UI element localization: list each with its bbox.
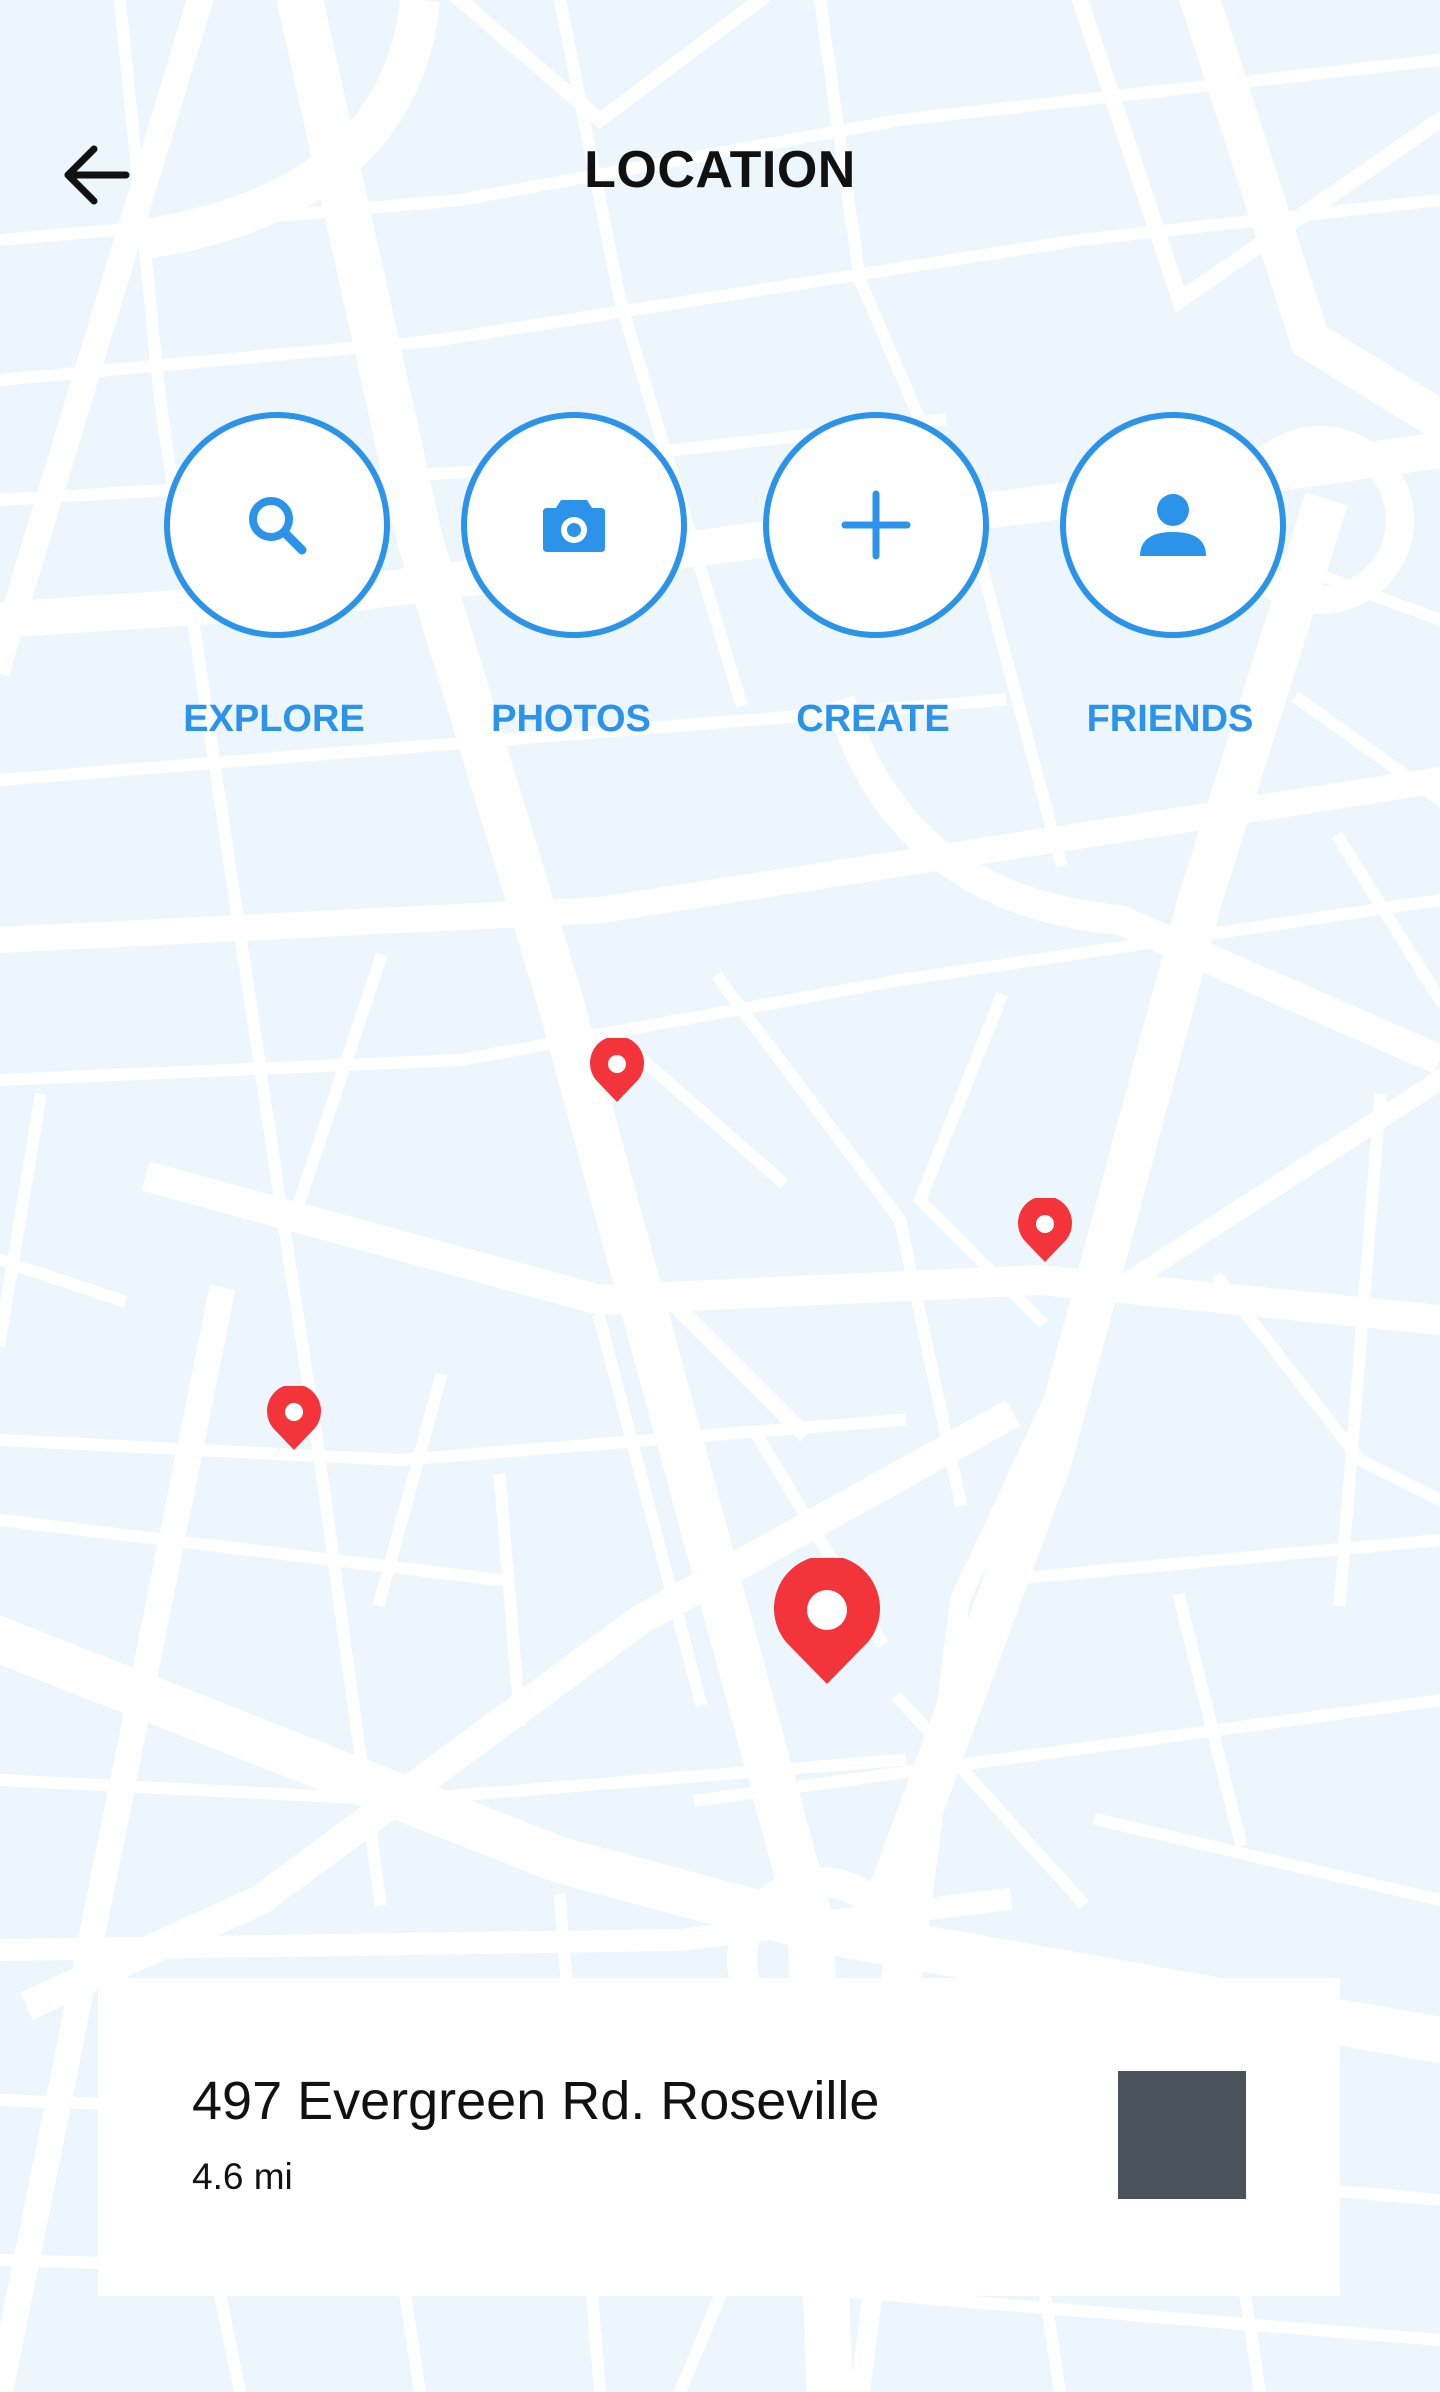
page-title: LOCATION [584,141,856,199]
create-button[interactable]: CREATE [723,412,1023,752]
location-address: 497 Evergreen Rd. Roseville [192,2071,880,2131]
map-pin-icon[interactable] [1018,1198,1072,1264]
explore-button[interactable]: EXPLORE [124,412,424,752]
map-pin-icon[interactable] [267,1386,321,1452]
plus-icon [841,490,911,560]
explore-circle[interactable] [164,412,390,638]
friends-button[interactable]: FRIENDS [1020,412,1320,752]
camera-icon [543,500,605,552]
location-distance: 4.6 mi [192,2156,293,2197]
create-circle[interactable] [763,412,989,638]
selected-map-pin-icon[interactable] [774,1558,880,1686]
search-icon [249,497,307,555]
map-pin-icon[interactable] [590,1038,644,1104]
create-label: CREATE [796,698,950,740]
location-thumbnail[interactable] [1118,2071,1246,2199]
explore-label: EXPLORE [183,698,365,740]
photos-label: PHOTOS [491,698,651,740]
friends-label: FRIENDS [1086,698,1254,740]
person-icon [1140,494,1206,556]
friends-circle[interactable] [1060,412,1286,638]
photos-circle[interactable] [461,412,687,638]
location-card[interactable]: 497 Evergreen Rd. Roseville 4.6 mi [98,1978,1340,2296]
photos-button[interactable]: PHOTOS [421,412,721,752]
header: LOCATION [0,0,1440,350]
action-row: EXPLORE PHOTOS CREATE FRIENDS [0,412,1440,752]
